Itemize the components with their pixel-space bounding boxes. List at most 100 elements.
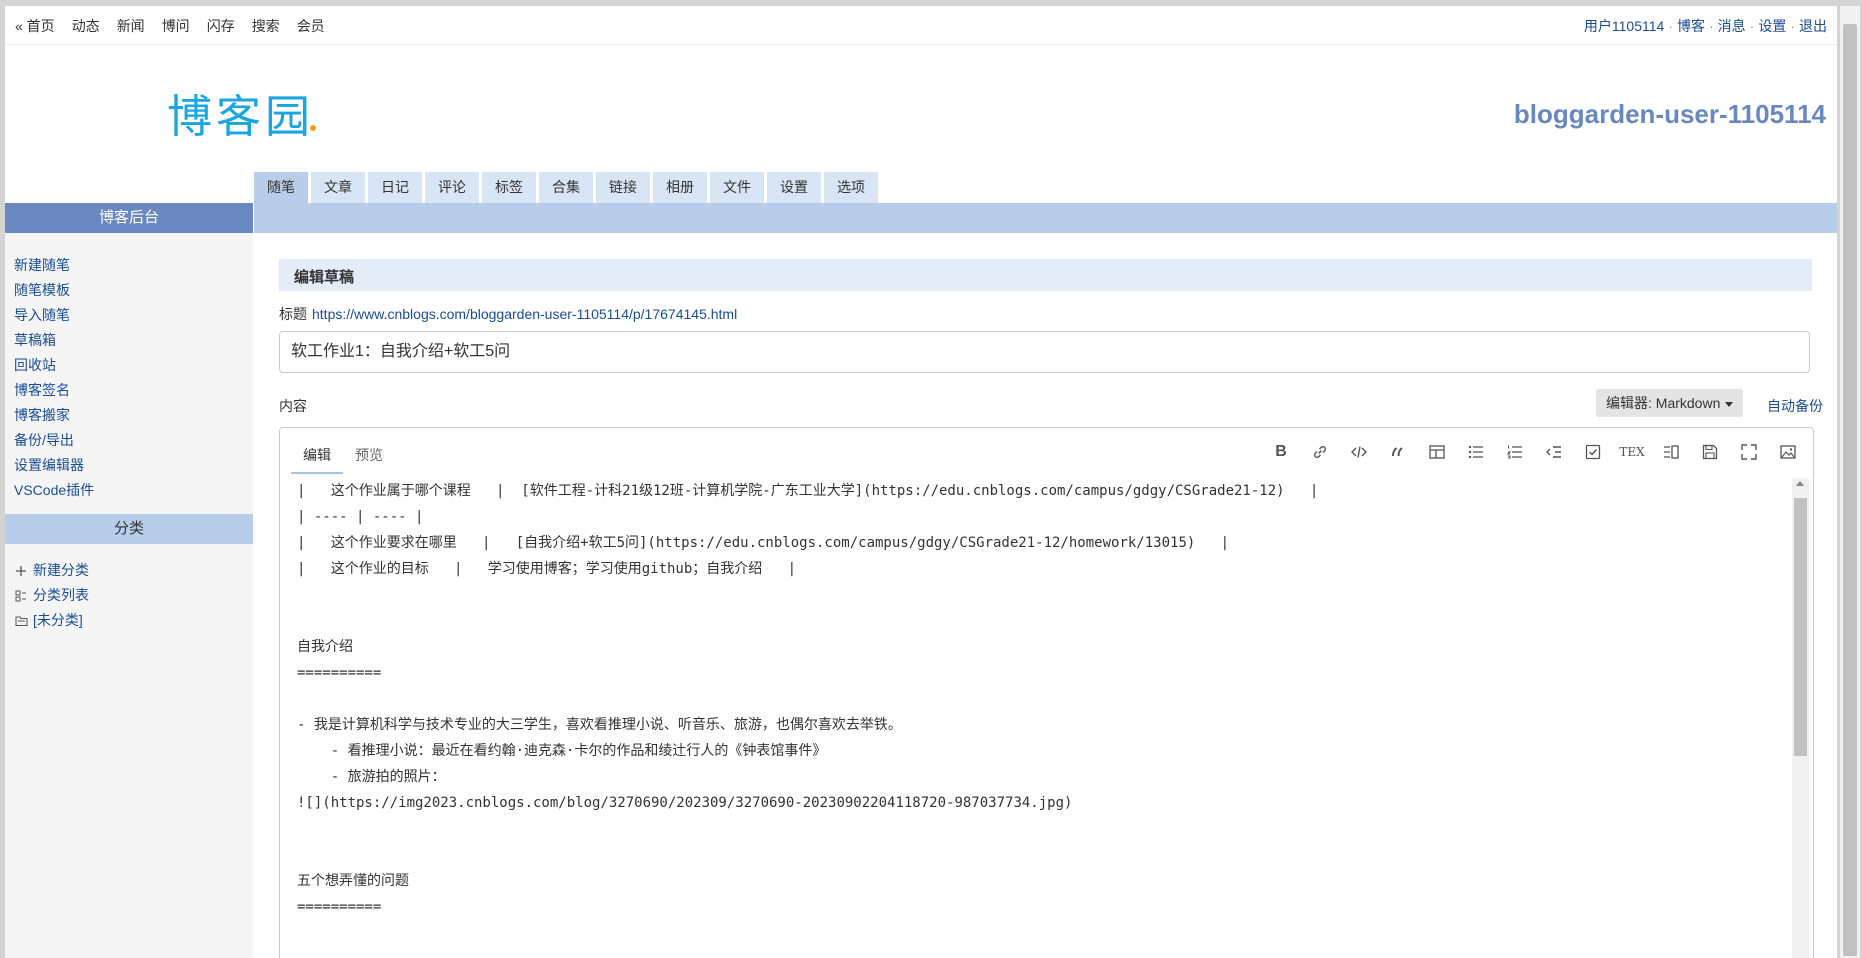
outdent-icon[interactable] [1544, 442, 1564, 462]
separator: · [1790, 18, 1795, 34]
tab-diary[interactable]: 日记 [368, 172, 422, 203]
editor-scroll-thumb[interactable] [1794, 498, 1807, 756]
title-label: 标题 [279, 306, 307, 322]
sidebar-item-recycle-bin[interactable]: 回收站 [14, 353, 94, 378]
markdown-textarea[interactable]: | 这个作业属于哪个课程 | [软件工程-计科21级12班-计算机学院-广东工业… [297, 478, 1787, 920]
plus-icon [14, 564, 28, 578]
category-heading: 分类 [5, 514, 253, 544]
separator: · [1708, 18, 1714, 34]
tab-comments[interactable]: 评论 [425, 172, 479, 203]
editor-tab-preview[interactable]: 预览 [343, 438, 395, 472]
sidebar-item-editor-settings[interactable]: 设置编辑器 [14, 453, 94, 478]
code-line: ========== [297, 665, 382, 681]
caret-down-icon [1725, 401, 1734, 407]
sidebar-item-migrate[interactable]: 博客搬家 [14, 403, 94, 428]
editor-tab-edit[interactable]: 编辑 [291, 438, 343, 474]
page-scrollbar[interactable] [1840, 6, 1860, 958]
code-line: | 这个作业属于哪个课程 | [软件工程-计科21级12班-计算机学院-广东工业… [297, 483, 1319, 499]
nav-dynamics[interactable]: 动态 [72, 16, 100, 36]
tab-files[interactable]: 文件 [710, 172, 764, 203]
sidebar-item-import[interactable]: 导入随笔 [14, 303, 94, 328]
nav-news[interactable]: 新闻 [117, 16, 145, 36]
sidebar-item-post-template[interactable]: 随笔模板 [14, 278, 94, 303]
folder-icon [14, 614, 28, 628]
code-line: 自我介绍 [297, 639, 353, 655]
tab-bar-strip [254, 203, 1837, 233]
editor-toolbar: B TEX [1252, 442, 1798, 462]
tab-tags[interactable]: 标签 [482, 172, 536, 203]
title-input[interactable]: 软工作业1：自我介绍+软工5问 [279, 331, 1810, 373]
logo-text: 博客园 [167, 90, 315, 143]
nav-search[interactable]: 搜索 [252, 16, 280, 36]
quote-icon[interactable] [1388, 442, 1408, 462]
editor-tabs: 编辑 预览 [291, 438, 395, 474]
code-line: | ---- | ---- | [297, 509, 424, 525]
category-uncategorized[interactable]: [未分类] [14, 608, 89, 633]
table-icon[interactable] [1427, 442, 1447, 462]
nav-home[interactable]: « 首页 [15, 16, 55, 36]
tab-options[interactable]: 选项 [824, 172, 878, 203]
scroll-up-arrow-icon[interactable] [1796, 481, 1804, 486]
sidebar-item-vscode-plugin[interactable]: VSCode插件 [14, 478, 94, 503]
code-line: | 这个作业要求在哪里 | [自我介绍+软工5问](https://edu.cn… [297, 535, 1230, 551]
admin-tabs: 随笔 文章 日记 评论 标签 合集 链接 相册 文件 设置 选项 [254, 172, 881, 203]
nav-member[interactable]: 会员 [297, 16, 325, 36]
post-url-link[interactable]: https://www.cnblogs.com/bloggarden-user-… [312, 306, 737, 322]
tab-articles[interactable]: 文章 [311, 172, 365, 203]
code-line: | 这个作业的目标 | 学习使用博客；学习使用github；自我介绍 | [297, 561, 797, 577]
sidebar-item-backup[interactable]: 备份/导出 [14, 428, 94, 453]
tex-glyph: TEX [1619, 445, 1645, 459]
title-row: 标题 https://www.cnblogs.com/bloggarden-use… [279, 304, 737, 324]
top-nav-right: 用户1105114 · 博客 · 消息 · 设置 · 退出 [1584, 16, 1827, 36]
editor-scrollbar[interactable] [1792, 478, 1809, 958]
tex-icon[interactable]: TEX [1619, 442, 1645, 462]
category-list-label: 分类列表 [33, 587, 89, 603]
sidebar-item-drafts[interactable]: 草稿箱 [14, 328, 94, 353]
split-view-icon[interactable] [1661, 442, 1681, 462]
sidebar-item-new-post[interactable]: 新建随笔 [14, 253, 94, 278]
blog-title[interactable]: bloggarden-user-1105114 [1514, 99, 1826, 130]
top-nav-left: « 首页 动态 新闻 博问 闪存 搜索 会员 [15, 16, 342, 36]
markdown-editor: 编辑 预览 B TEX | 这个作业属于哪个课程 | [软件工程-计科21级12… [279, 427, 1814, 958]
category-uncategorized-label: [未分类] [33, 612, 83, 628]
code-icon[interactable] [1349, 442, 1369, 462]
image-icon[interactable] [1778, 442, 1798, 462]
nav-questions[interactable]: 博问 [162, 16, 190, 36]
code-line: ![](https://img2023.cnblogs.com/blog/327… [297, 795, 1073, 811]
tab-collections[interactable]: 合集 [539, 172, 593, 203]
logout-link[interactable]: 退出 [1799, 18, 1827, 34]
unordered-list-icon[interactable] [1466, 442, 1486, 462]
sidebar-item-signature[interactable]: 博客签名 [14, 378, 94, 403]
tab-posts[interactable]: 随笔 [254, 172, 308, 203]
category-list-link[interactable]: 分类列表 [14, 583, 89, 608]
fullscreen-icon[interactable] [1739, 442, 1759, 462]
settings-link[interactable]: 设置 [1758, 18, 1786, 34]
category-new[interactable]: 新建分类 [14, 558, 89, 583]
editor-type-dropdown[interactable]: 编辑器: Markdown [1596, 389, 1744, 417]
tab-settings[interactable]: 设置 [767, 172, 821, 203]
code-line: ========== [297, 899, 382, 915]
blog-link[interactable]: 博客 [1677, 18, 1705, 34]
messages-link[interactable]: 消息 [1718, 18, 1746, 34]
code-line: 五个想弄懂的问题 [297, 873, 409, 889]
page-scroll-thumb[interactable] [1843, 24, 1857, 956]
code-line: - 旅游拍的照片： [297, 769, 446, 785]
site-logo[interactable]: 博客园 [167, 80, 317, 145]
link-icon[interactable] [1310, 442, 1330, 462]
category-list: 新建分类 分类列表 [未分类] [14, 558, 89, 633]
content-label: 内容 [279, 398, 307, 414]
tab-links[interactable]: 链接 [596, 172, 650, 203]
list-icon [14, 589, 28, 603]
separator: · [1749, 18, 1755, 34]
auto-backup-link[interactable]: 自动备份 [1767, 396, 1823, 416]
bold-icon[interactable]: B [1271, 442, 1291, 462]
user-link[interactable]: 用户1105114 [1584, 18, 1664, 34]
ordered-list-icon[interactable] [1505, 442, 1525, 462]
separator: · [1668, 18, 1673, 34]
nav-flash[interactable]: 闪存 [207, 16, 235, 36]
checkbox-icon[interactable] [1583, 442, 1603, 462]
save-icon[interactable] [1700, 442, 1720, 462]
tab-albums[interactable]: 相册 [653, 172, 707, 203]
